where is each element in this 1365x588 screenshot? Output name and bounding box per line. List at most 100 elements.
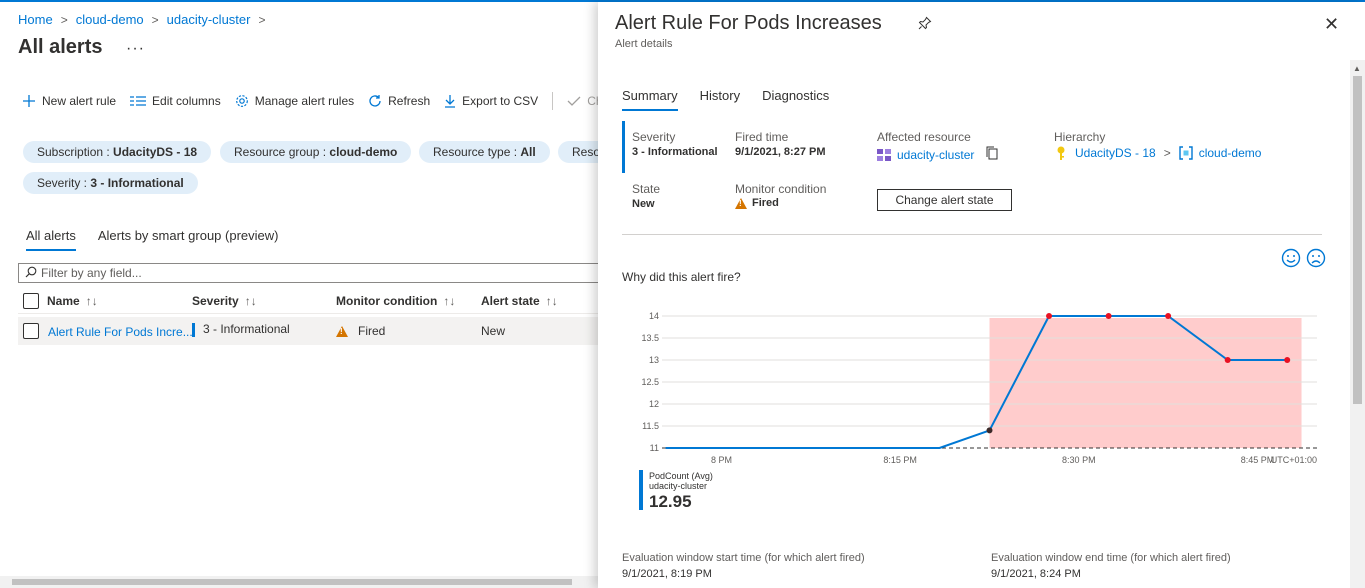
affected-resource-label: Affected resource <box>877 130 971 144</box>
edit-columns-label: Edit columns <box>152 94 221 108</box>
data-point <box>1165 313 1172 319</box>
breadcrumb-home[interactable]: Home <box>18 12 53 27</box>
y-tick-label: 11 <box>650 443 659 453</box>
filter-placeholder: Filter by any field... <box>41 266 142 280</box>
export-csv-label: Export to CSV <box>462 94 539 108</box>
breadcrumb-resource-group[interactable]: cloud-demo <box>76 12 144 27</box>
change-state-button[interactable]: Ch <box>567 94 598 108</box>
frown-feedback-icon[interactable] <box>1306 248 1326 268</box>
eval-start-value: 9/1/2021, 8:19 PM <box>622 568 712 580</box>
more-options-icon[interactable]: ··· <box>126 40 145 58</box>
all-alerts-pane: Home > cloud-demo > udacity-cluster > Al… <box>0 2 598 588</box>
toolbar: New alert rule Edit columns Manage alert… <box>22 92 598 110</box>
filter-pill-resource-group[interactable]: Resource group : cloud-demo <box>220 141 412 163</box>
tab-all-alerts[interactable]: All alerts <box>26 228 76 251</box>
monitor-condition-text: Fired <box>752 197 779 209</box>
hierarchy-path: UdacityDS - 18 > cloud-demo <box>1055 146 1261 160</box>
data-point <box>986 427 993 434</box>
fired-time-label: Fired time <box>735 130 789 144</box>
alert-name-link[interactable]: Alert Rule For Pods Incre... <box>48 325 193 339</box>
search-icon <box>25 266 37 281</box>
pill-label: Resource type : <box>433 145 521 159</box>
export-csv-button[interactable]: Export to CSV <box>444 94 538 108</box>
sort-icon: ↑↓ <box>85 294 98 308</box>
row-checkbox[interactable] <box>23 323 39 339</box>
column-header-monitor[interactable]: Monitor condition ↑↓ <box>336 294 455 308</box>
severity-label: Severity <box>632 130 676 144</box>
column-severity-label: Severity <box>192 294 239 308</box>
change-alert-state-button[interactable]: Change alert state <box>877 189 1012 211</box>
pill-label: Reso <box>572 145 598 159</box>
severity-indicator <box>192 322 195 337</box>
column-header-state[interactable]: Alert state ↑↓ <box>481 294 558 308</box>
refresh-button[interactable]: Refresh <box>368 94 430 108</box>
scrollbar-thumb[interactable] <box>12 579 572 585</box>
filter-pill-resource[interactable]: Reso <box>558 141 598 163</box>
eval-end-label: Evaluation window end time (for which al… <box>991 552 1231 564</box>
filter-input[interactable]: Filter by any field... <box>18 263 598 283</box>
tab-alerts-by-smart-group[interactable]: Alerts by smart group (preview) <box>98 228 279 251</box>
column-header-severity[interactable]: Severity ↑↓ <box>192 294 257 308</box>
vertical-scrollbar[interactable]: ▲ <box>1350 60 1365 588</box>
pill-value: UdacityDS - 18 <box>113 145 198 159</box>
section-divider <box>622 234 1322 235</box>
y-tick-label: 13 <box>649 355 659 365</box>
pod-count-chart: 14 13.5 13 12.5 12 11.5 11 8 PM 8:15 PM 8:30 PM 8… <box>641 311 1317 465</box>
filter-pill-resource-type[interactable]: Resource type : All <box>419 141 550 163</box>
pill-label: Severity : <box>37 176 91 190</box>
x-tick-label: 8:45 PM <box>1241 455 1275 465</box>
kubernetes-icon <box>877 148 891 162</box>
new-alert-rule-button[interactable]: New alert rule <box>22 94 116 108</box>
table-row[interactable]: Alert Rule For Pods Incre... 3 - Informa… <box>18 317 598 345</box>
chevron-right-icon: > <box>1163 146 1171 160</box>
breadcrumb-cluster[interactable]: udacity-cluster <box>167 12 251 27</box>
monitor-cell: Fired <box>336 324 385 338</box>
legend-value: 12.95 <box>649 492 692 511</box>
new-alert-rule-label: New alert rule <box>42 94 117 108</box>
scroll-up-icon[interactable]: ▲ <box>1353 64 1361 73</box>
pill-label: Subscription : <box>37 145 114 159</box>
scrollbar-thumb[interactable] <box>1353 76 1362 404</box>
blade-tabs: Summary History Diagnostics <box>622 88 851 111</box>
legend-resource-name: udacity-cluster <box>649 481 708 491</box>
chevron-right-icon: > <box>60 12 68 27</box>
column-header-name[interactable]: Name ↑↓ <box>47 294 98 308</box>
manage-alert-rules-label: Manage alert rules <box>254 94 355 108</box>
hierarchy-subscription-link[interactable]: UdacityDS - 18 <box>1075 146 1156 160</box>
edit-columns-button[interactable]: Edit columns <box>130 94 221 108</box>
pill-value: All <box>520 145 536 159</box>
monitor-condition-label: Monitor condition <box>735 182 827 196</box>
hierarchy-resource-group-link[interactable]: cloud-demo <box>1199 146 1262 160</box>
legend-color-bar <box>639 470 643 510</box>
blade-title: Alert Rule For Pods Increases <box>615 12 882 34</box>
chevron-right-icon: > <box>151 12 159 27</box>
tab-summary[interactable]: Summary <box>622 88 678 111</box>
state-value: New <box>632 198 655 210</box>
filter-pill-subscription[interactable]: Subscription : UdacityDS - 18 <box>23 141 212 163</box>
affected-resource-link[interactable]: udacity-cluster <box>877 146 998 163</box>
manage-alert-rules-button[interactable]: Manage alert rules <box>235 94 354 108</box>
pin-icon[interactable] <box>918 16 932 33</box>
filter-pill-severity[interactable]: Severity : 3 - Informational <box>23 172 198 194</box>
breadcrumb: Home > cloud-demo > udacity-cluster > <box>18 12 273 27</box>
monitor-text: Fired <box>358 324 386 338</box>
select-all-checkbox[interactable] <box>23 293 39 309</box>
severity-accent-bar <box>622 121 625 173</box>
pill-value: 3 - Informational <box>90 176 184 190</box>
tab-history[interactable]: History <box>700 88 740 111</box>
plus-icon <box>22 94 36 108</box>
smile-feedback-icon[interactable] <box>1281 248 1301 268</box>
x-tick-label: 8 PM <box>711 455 732 465</box>
sort-icon: ↑↓ <box>244 294 257 308</box>
tab-diagnostics[interactable]: Diagnostics <box>762 88 829 111</box>
copy-icon[interactable] <box>986 146 998 163</box>
state-label: State <box>632 182 661 196</box>
alert-details-blade: Alert Rule For Pods Increases Alert deta… <box>598 2 1365 588</box>
refresh-icon <box>368 94 382 108</box>
pill-label: Resource group : <box>234 145 330 159</box>
alerts-grid-header: Name ↑↓ Severity ↑↓ Monitor condition ↑↓ Al… <box>18 290 598 314</box>
state-cell: New <box>481 324 506 338</box>
horizontal-scrollbar[interactable] <box>0 576 598 588</box>
y-tick-label: 13.5 <box>641 333 659 343</box>
close-icon[interactable]: ✕ <box>1324 14 1339 35</box>
